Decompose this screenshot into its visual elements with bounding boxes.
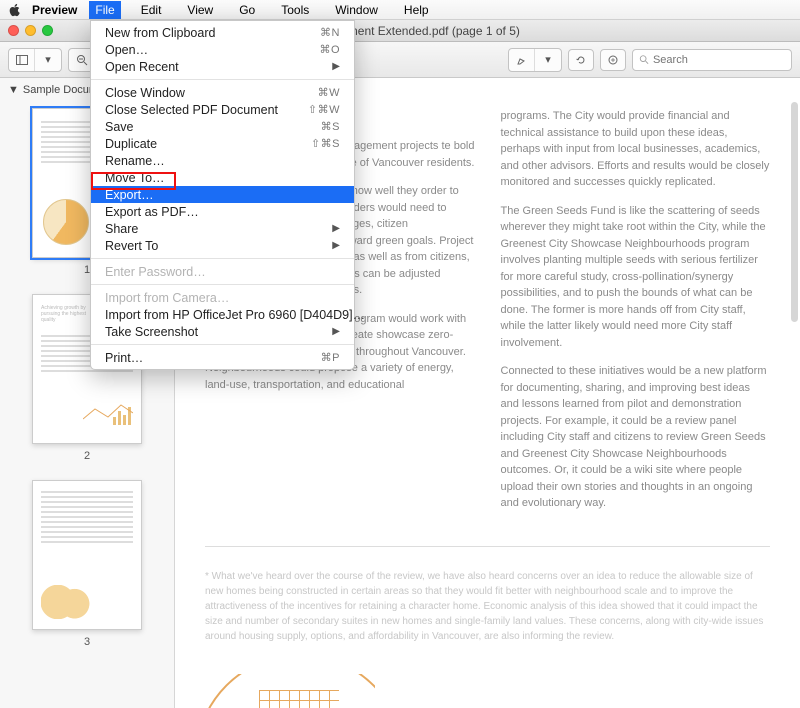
divider xyxy=(205,546,770,547)
system-menu-bar: Preview File Edit View Go Tools Window H… xyxy=(0,0,800,20)
file-menu-import-from-camera: Import from Camera… xyxy=(91,289,354,306)
highlight-button[interactable] xyxy=(509,49,535,71)
markup-toolbar-button[interactable] xyxy=(600,49,626,71)
highlight-dropdown-button[interactable]: ▾ xyxy=(535,49,561,71)
file-menu-duplicate[interactable]: Duplicate⇧⌘S xyxy=(91,135,354,152)
menu-go[interactable]: Go xyxy=(233,1,261,19)
view-mode-group: ▾ xyxy=(8,48,62,72)
file-menu-move-to[interactable]: Move To… xyxy=(91,169,354,186)
search-field[interactable] xyxy=(632,49,792,71)
doc-artwork: From Improvement to Innovation xyxy=(175,664,800,708)
markup-group: ▾ xyxy=(508,48,562,72)
menu-separator xyxy=(91,284,354,285)
minimize-window-button[interactable] xyxy=(25,25,36,36)
menu-separator xyxy=(91,258,354,259)
file-menu-save[interactable]: Save⌘S xyxy=(91,118,354,135)
menu-separator xyxy=(91,344,354,345)
sidebar-view-button[interactable] xyxy=(9,49,35,71)
file-menu-print[interactable]: Print…⌘P xyxy=(91,349,354,366)
file-menu-export-as-pdf[interactable]: Export as PDF… xyxy=(91,203,354,220)
doc-scrollbar[interactable] xyxy=(791,102,798,322)
apple-icon[interactable] xyxy=(8,3,22,17)
file-menu-close-selected-pdf-document[interactable]: Close Selected PDF Document⇧⌘W xyxy=(91,101,354,118)
search-icon xyxy=(639,54,649,65)
view-dropdown-button[interactable]: ▾ xyxy=(35,49,61,71)
footnote: * What we've heard over the course of th… xyxy=(175,559,800,664)
file-menu-rename[interactable]: Rename… xyxy=(91,152,354,169)
menu-tools[interactable]: Tools xyxy=(275,1,315,19)
app-name[interactable]: Preview xyxy=(32,3,77,17)
page-thumbnail-3[interactable] xyxy=(32,480,142,630)
menu-edit[interactable]: Edit xyxy=(135,1,168,19)
file-menu-take-screenshot[interactable]: Take Screenshot▶ xyxy=(91,323,354,340)
menu-view[interactable]: View xyxy=(181,1,219,19)
file-menu-open-recent[interactable]: Open Recent▶ xyxy=(91,58,354,75)
rotate-button[interactable] xyxy=(568,49,594,71)
file-menu-dropdown: New from Clipboard⌘NOpen…⌘OOpen Recent▶ C… xyxy=(90,20,355,370)
waffle-graphic xyxy=(205,674,375,708)
page-number-2: 2 xyxy=(84,450,90,462)
menu-separator xyxy=(91,79,354,80)
file-menu-share[interactable]: Share▶ xyxy=(91,220,354,237)
zoom-window-button[interactable] xyxy=(42,25,53,36)
file-menu-revert-to[interactable]: Revert To▶ xyxy=(91,237,354,254)
file-menu-new-from-clipboard[interactable]: New from Clipboard⌘N xyxy=(91,24,354,41)
file-menu-export[interactable]: Export… xyxy=(91,186,354,203)
traffic-lights xyxy=(8,25,53,36)
page-number-3: 3 xyxy=(84,636,90,648)
search-input[interactable] xyxy=(653,54,785,66)
menu-help[interactable]: Help xyxy=(398,1,435,19)
menu-file[interactable]: File xyxy=(89,1,120,19)
menu-window[interactable]: Window xyxy=(329,1,384,19)
file-menu-import-from-hp-officejet-pro-6960-d404d9[interactable]: Import from HP OfficeJet Pro 6960 [D404D… xyxy=(91,306,354,323)
file-menu-open[interactable]: Open…⌘O xyxy=(91,41,354,58)
file-menu-close-window[interactable]: Close Window⌘W xyxy=(91,84,354,101)
doc-right-column: programs. The City would provide financi… xyxy=(501,108,771,524)
close-window-button[interactable] xyxy=(8,25,19,36)
file-menu-enter-password: Enter Password… xyxy=(91,263,354,280)
